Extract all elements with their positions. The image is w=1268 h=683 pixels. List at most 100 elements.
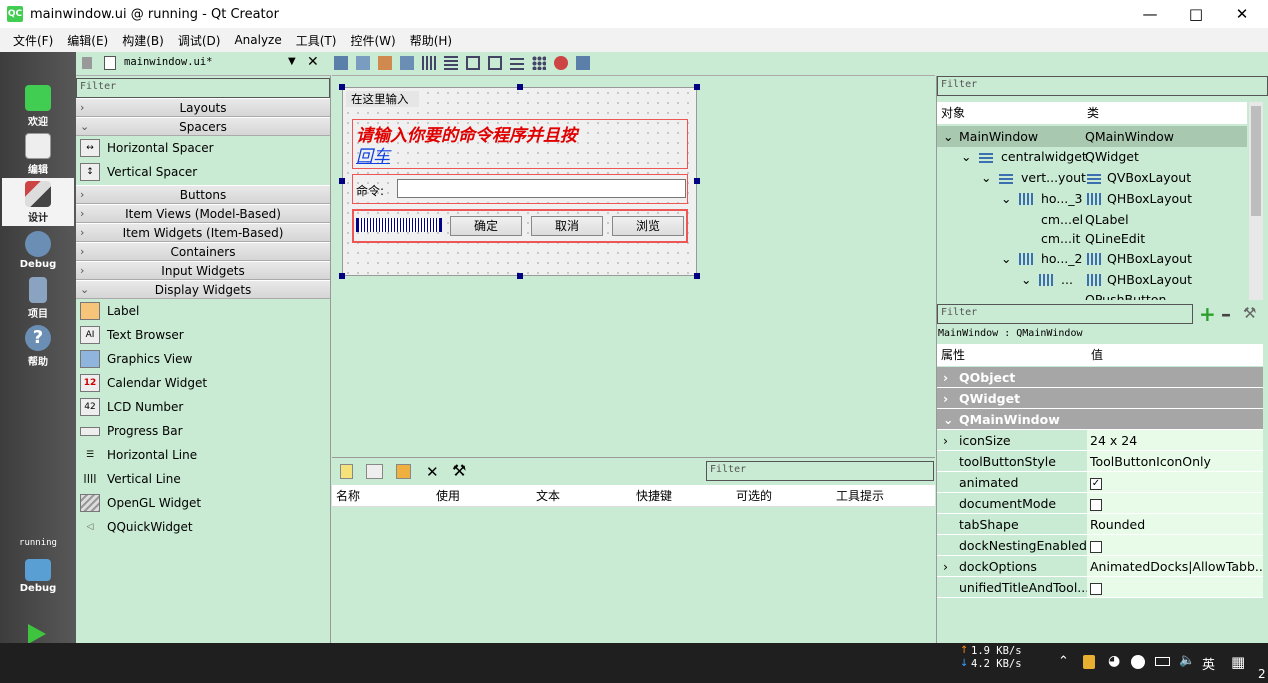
property-row[interactable]: › dockOptions AnimatedDocks|AllowTabb... [937, 556, 1263, 577]
widget-text-browser[interactable]: AI Text Browser [76, 323, 330, 347]
menu-debug[interactable]: 调试(D) [171, 32, 228, 49]
tree-row[interactable]: QPushButton [937, 289, 1247, 300]
ok-button[interactable]: 确定 [450, 216, 522, 236]
column-used[interactable]: 使用 [436, 485, 460, 507]
widget-horizontal-spacer[interactable]: ↔ Horizontal Spacer [76, 136, 330, 160]
animated-checkbox[interactable]: ✓ [1090, 477, 1102, 490]
column-text[interactable]: 文本 [536, 485, 560, 507]
property-group-qwidget[interactable]: › QWidget [937, 388, 1263, 409]
layout-form-icon[interactable] [510, 56, 524, 70]
tree-row[interactable]: ⌄ ho..._2 QHBoxLayout [937, 248, 1247, 269]
delete-action-icon[interactable]: ✕ [426, 463, 439, 481]
action-filter-input[interactable]: Filter [706, 461, 934, 481]
resize-handle[interactable] [339, 178, 345, 184]
maximize-icon[interactable]: □ [1173, 0, 1219, 28]
tree-row[interactable]: ⌄ MainWindow QMainWindow [937, 126, 1247, 147]
property-row[interactable]: toolButtonStyle ToolButtonIconOnly [937, 451, 1263, 472]
property-value[interactable]: AnimatedDocks|AllowTabb... [1087, 556, 1263, 576]
column-tooltip[interactable]: 工具提示 [836, 485, 884, 507]
mode-help[interactable]: ? 帮助 [4, 322, 72, 370]
wrench-icon[interactable]: ⚒ [1243, 304, 1256, 322]
volume-icon[interactable]: 🔈 [1179, 653, 1195, 668]
clock-text[interactable]: 2 [1258, 667, 1266, 681]
property-row[interactable]: tabShape Rounded [937, 514, 1263, 535]
resize-handle[interactable] [694, 84, 700, 90]
property-group-qobject[interactable]: › QObject [937, 367, 1263, 388]
layout-vertical-icon[interactable] [444, 56, 458, 70]
column-property[interactable]: 属性 [941, 344, 965, 366]
run-icon[interactable] [28, 624, 46, 644]
main-window-form[interactable]: 在这里输入 请输入你要的命令程序并且按 回车 命令: 确定 取消 浏览 [342, 87, 697, 276]
wrench-icon[interactable]: ⚒ [452, 461, 466, 480]
category-spacers[interactable]: ⌄ Spacers [76, 117, 330, 136]
layout-horizontal-icon[interactable] [422, 56, 436, 70]
chevron-down-icon[interactable]: ▼ [288, 56, 296, 67]
resize-handle[interactable] [517, 84, 523, 90]
menu-controls[interactable]: 控件(W) [343, 32, 402, 49]
column-object[interactable]: 对象 [941, 102, 965, 124]
new-action-icon[interactable] [340, 464, 353, 479]
tree-row[interactable]: ⌄... QHBoxLayout [937, 269, 1247, 290]
property-value[interactable]: 24 x 24 [1087, 430, 1263, 450]
category-buttons[interactable]: › Buttons [76, 185, 330, 204]
object-tree-scrollbar[interactable] [1249, 102, 1263, 300]
column-name[interactable]: 名称 [336, 485, 360, 507]
close-icon[interactable]: ✕ [1219, 0, 1265, 28]
widget-vertical-line[interactable]: |||| Vertical Line [76, 467, 330, 491]
mode-welcome[interactable]: 欢迎 [4, 82, 72, 130]
category-input-widgets[interactable]: › Input Widgets [76, 261, 330, 280]
battery-icon[interactable] [1155, 657, 1170, 666]
category-layouts[interactable]: › Layouts [76, 98, 330, 117]
widget-horizontal-line[interactable]: ☰ Horizontal Line [76, 443, 330, 467]
property-row[interactable]: unifiedTitleAndTool... [937, 577, 1263, 598]
tree-row[interactable]: ⌄ ho..._3 QHBoxLayout [937, 188, 1247, 209]
widget-progress-bar[interactable]: Progress Bar [76, 419, 330, 443]
browse-button[interactable]: 浏览 [612, 216, 684, 236]
widget-qquick[interactable]: ◁ QQuickWidget [76, 515, 330, 539]
chevron-up-icon[interactable]: ⌃ [1058, 654, 1069, 669]
tree-row[interactable]: ⌄ vert...yout QVBoxLayout [937, 167, 1247, 188]
category-containers[interactable]: › Containers [76, 242, 330, 261]
remove-property-icon[interactable]: – [1221, 302, 1231, 326]
copy-action-icon[interactable] [366, 464, 383, 479]
break-layout-icon[interactable] [554, 56, 568, 70]
network-icon[interactable]: ◕ [1108, 653, 1120, 669]
widget-label[interactable]: Label [76, 299, 330, 323]
resize-handle[interactable] [517, 273, 523, 279]
property-row[interactable]: animated ✓ [937, 472, 1263, 493]
menu-file[interactable]: 文件(F) [6, 32, 60, 49]
widget-vertical-spacer[interactable]: ↕ Vertical Spacer [76, 160, 330, 184]
category-item-widgets[interactable]: › Item Widgets (Item-Based) [76, 223, 330, 242]
column-class[interactable]: 类 [1087, 102, 1099, 124]
mode-debug[interactable]: Debug [4, 226, 72, 274]
category-display-widgets[interactable]: ⌄ Display Widgets [76, 280, 330, 299]
kit-selector[interactable]: Debug [4, 552, 72, 600]
menu-build[interactable]: 构建(B) [115, 32, 171, 49]
property-value[interactable]: ToolButtonIconOnly [1087, 451, 1263, 471]
widget-lcd-number[interactable]: 42 LCD Number [76, 395, 330, 419]
resize-handle[interactable] [339, 273, 345, 279]
layout-grid-icon[interactable] [532, 56, 546, 70]
edit-signals-icon[interactable] [356, 56, 370, 70]
layout-splitter-h-icon[interactable] [466, 56, 480, 70]
property-row[interactable]: dockNestingEnabled [937, 535, 1263, 556]
column-checkable[interactable]: 可选的 [736, 485, 772, 507]
ime-indicator[interactable]: 英 [1202, 654, 1215, 673]
tree-row[interactable]: cm...it QLineEdit [937, 228, 1247, 249]
widget-calendar[interactable]: 12 Calendar Widget [76, 371, 330, 395]
widget-filter-input[interactable]: Filter [76, 78, 330, 98]
edit-buddies-icon[interactable] [378, 56, 392, 70]
tree-row[interactable]: ⌄ centralwidget QWidget [937, 146, 1247, 167]
edit-widgets-icon[interactable] [334, 56, 348, 70]
dock-nesting-checkbox[interactable] [1090, 540, 1102, 553]
menu-placeholder[interactable]: 在这里输入 [346, 91, 419, 107]
property-group-qmainwindow[interactable]: ⌄ QMainWindow [937, 409, 1263, 430]
cancel-button[interactable]: 取消 [531, 216, 603, 236]
column-value[interactable]: 值 [1091, 344, 1103, 366]
widget-graphics-view[interactable]: Graphics View [76, 347, 330, 371]
add-property-icon[interactable]: + [1199, 302, 1216, 326]
widget-opengl[interactable]: OpenGL Widget [76, 491, 330, 515]
security-shield-icon[interactable] [1083, 655, 1095, 669]
object-filter-input[interactable]: Filter [937, 76, 1268, 96]
menu-help[interactable]: 帮助(H) [403, 32, 459, 49]
